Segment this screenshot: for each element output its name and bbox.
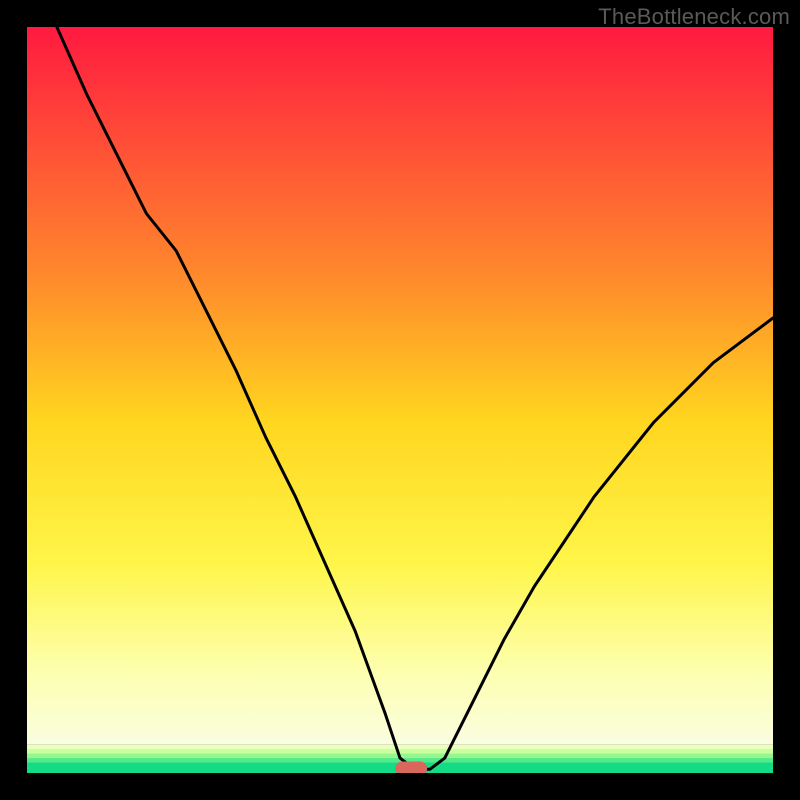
chart-frame: { "watermark": "TheBottleneck.com", "cha… [0, 0, 800, 800]
optimal-marker [395, 762, 427, 773]
bottleneck-chart [27, 27, 773, 773]
watermark-label: TheBottleneck.com [598, 4, 790, 30]
plot-area [27, 27, 773, 773]
